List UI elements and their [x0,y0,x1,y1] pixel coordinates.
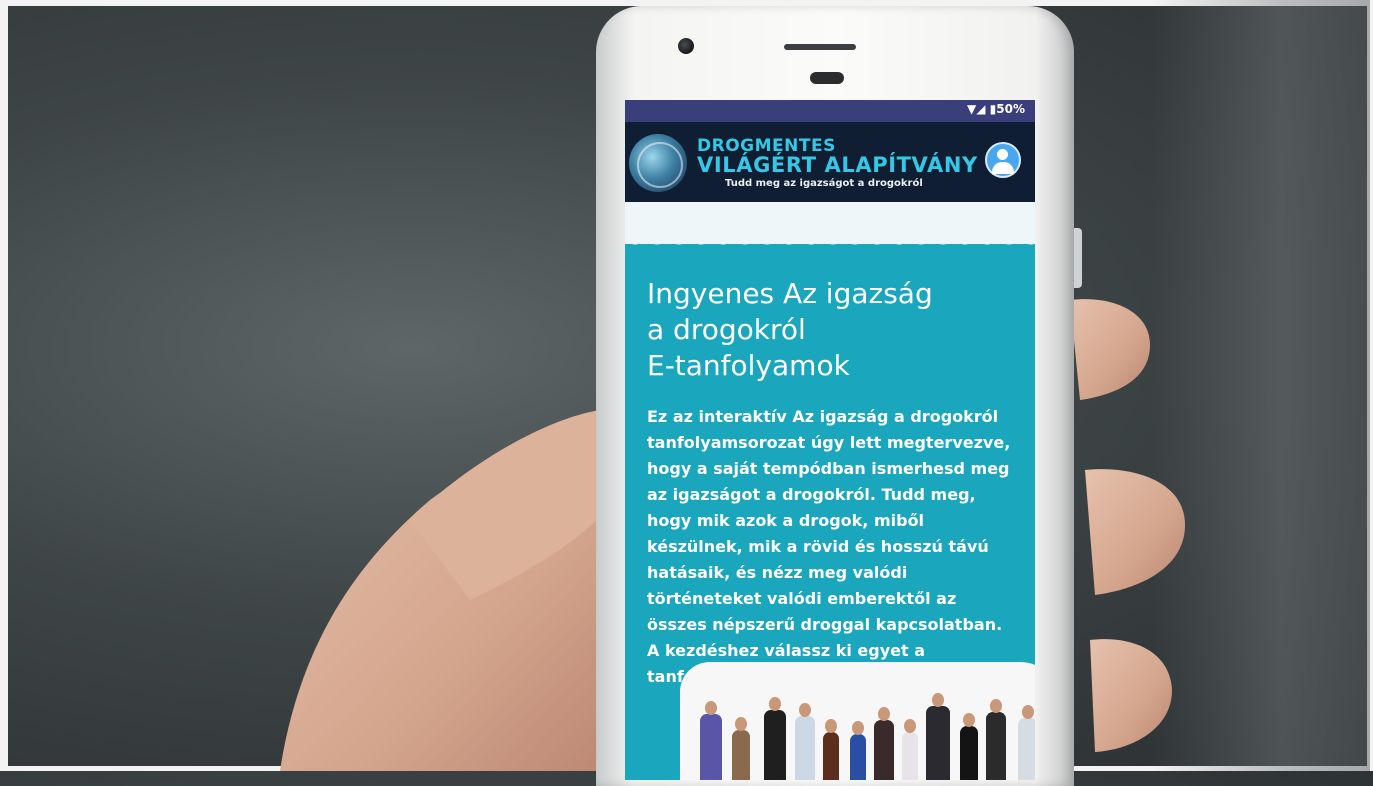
site-header: DROGMENTES VILÁGÉRT ALAPÍTVÁNY Tudd meg … [625,122,1035,202]
profile-head [997,149,1008,160]
profile-body [992,162,1014,174]
front-camera [678,38,694,54]
person [850,721,866,780]
globe-logo-icon[interactable] [629,134,687,192]
person [823,719,839,780]
person [986,699,1006,780]
person [700,701,722,780]
finger-top [1070,299,1150,400]
title-line-2: a drogokról [647,313,806,346]
main-content: Ingyenes Az igazság a drogokról E-tanfol… [625,244,1035,690]
person [874,707,894,780]
title-line-1: Ingyenes Az igazság [647,277,933,310]
people-figures [680,682,1035,780]
person [960,713,978,780]
person [902,719,918,780]
person [764,697,786,780]
user-profile-icon[interactable] [985,142,1021,178]
brand-line-2[interactable]: VILÁGÉRT ALAPÍTVÁNY [697,153,978,177]
intro-paragraph: Ez az interaktív Az igazság a drogokról … [647,407,1011,686]
speaker-grille [784,44,856,50]
group-photo [680,662,1035,780]
title-line-3: E-tanfolyamok [647,349,850,382]
finger-mid [1085,469,1185,595]
person [926,693,950,780]
finger-low [1090,639,1172,752]
status-indicators: ▼◢ ▮50% [967,102,1025,116]
brand-tagline: Tudd meg az igazságot a drogokról [725,178,923,189]
power-button [1074,228,1082,288]
person [732,717,750,780]
page-title: Ingyenes Az igazság a drogokról E-tanfol… [647,276,1013,384]
person [795,703,815,780]
status-bar: ▼◢ ▮50% [625,100,1035,122]
sensor [810,72,844,84]
torn-paper-divider [625,202,1035,250]
phone-screen: ▼◢ ▮50% DROGMENTES VILÁGÉRT ALAPÍTVÁNY T… [625,100,1035,780]
